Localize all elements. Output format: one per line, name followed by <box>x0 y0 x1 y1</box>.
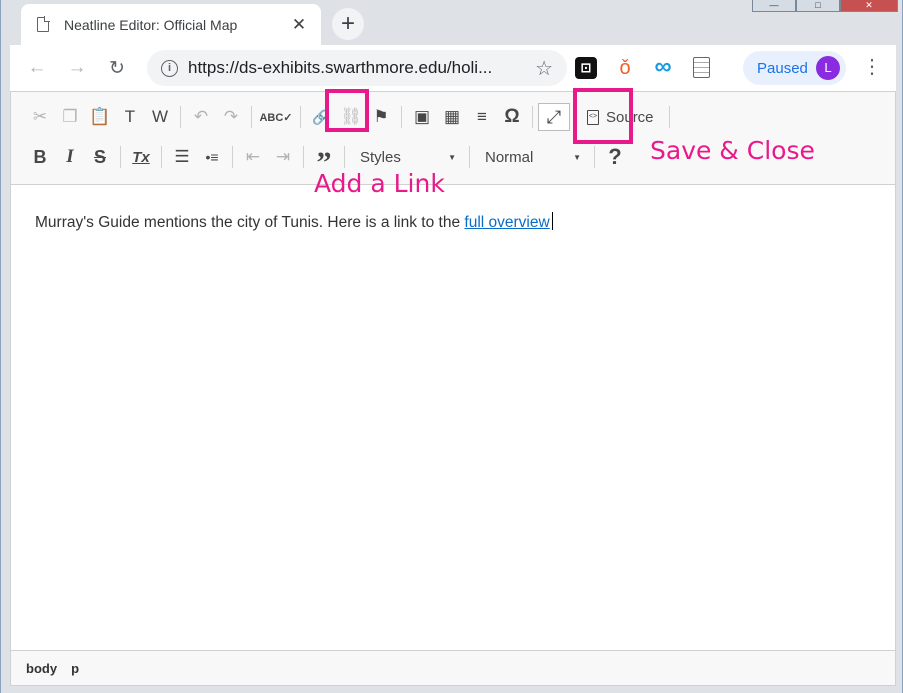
toolbar-separator <box>344 146 345 168</box>
maximize-icon[interactable]: ⤢ <box>538 103 570 131</box>
full-overview-link[interactable]: full overview <box>464 214 549 231</box>
rich-text-editor: ✂ ❐ 📋 T W ↶ ↷ ABC✓ 🔗 ⛓ ⚑ ▣ ▦ ≡ Ω ⤢ <> So… <box>10 91 896 686</box>
bookmark-star-icon[interactable]: ☆ <box>535 56 553 81</box>
toolbar-separator <box>161 146 162 168</box>
undo-icon[interactable]: ↶ <box>186 104 216 130</box>
help-icon[interactable]: ? <box>600 144 630 170</box>
reload-button[interactable]: ↻ <box>102 57 132 80</box>
format-label: Normal <box>485 148 534 166</box>
strikethrough-button[interactable]: S <box>85 144 115 170</box>
text-cursor <box>551 212 553 230</box>
outdent-icon[interactable]: ⇤ <box>238 144 268 170</box>
save-close-highlight-box <box>573 88 633 144</box>
indent-icon[interactable]: ⇥ <box>268 144 298 170</box>
navigation-bar: ← → ↻ i https://ds-exhibits.swarthmore.e… <box>10 45 896 91</box>
extension-infinity-icon[interactable]: ∞ <box>652 55 674 79</box>
extension-open-access-icon[interactable]: ǒ <box>614 57 636 79</box>
bulleted-list-icon[interactable]: •≡ <box>197 144 227 170</box>
add-link-annotation: Add a Link <box>314 169 445 198</box>
path-body[interactable]: body <box>26 661 57 676</box>
toolbar-separator <box>532 106 533 128</box>
special-character-icon[interactable]: Ω <box>497 104 527 130</box>
paste-word-icon[interactable]: W <box>145 104 175 130</box>
link-highlight-box <box>325 89 369 132</box>
spellcheck-icon[interactable]: ABC✓ <box>257 104 295 130</box>
extension-lock-icon[interactable]: ⊡ <box>575 57 597 79</box>
styles-label: Styles <box>360 148 401 166</box>
toolbar-separator <box>120 146 121 168</box>
address-bar[interactable]: i https://ds-exhibits.swarthmore.edu/hol… <box>147 50 567 86</box>
forward-button[interactable]: → <box>62 57 92 79</box>
page-icon <box>37 16 50 32</box>
new-tab-button[interactable]: + <box>332 8 364 40</box>
paste-icon[interactable]: 📋 <box>85 104 115 130</box>
path-p[interactable]: p <box>71 661 79 676</box>
back-button[interactable]: ← <box>22 57 52 79</box>
toolbar-separator <box>180 106 181 128</box>
redo-icon[interactable]: ↷ <box>216 104 246 130</box>
table-icon[interactable]: ▦ <box>437 104 467 130</box>
anchor-flag-icon[interactable]: ⚑ <box>366 104 396 130</box>
editor-content[interactable]: Murray's Guide mentions the city of Tuni… <box>35 212 553 232</box>
toolbar-separator <box>594 146 595 168</box>
toolbar-separator <box>251 106 252 128</box>
profile-button[interactable]: Paused L <box>743 51 846 85</box>
url-text[interactable]: https://ds-exhibits.swarthmore.edu/holi.… <box>188 58 529 78</box>
tab-title: Neatline Editor: Official Map <box>64 16 238 33</box>
toolbar-separator <box>232 146 233 168</box>
profile-status: Paused <box>757 59 808 77</box>
bold-button[interactable]: B <box>25 144 55 170</box>
toolbar-separator <box>303 146 304 168</box>
toolbar-separator <box>469 146 470 168</box>
format-dropdown[interactable]: Normal ▼ <box>475 144 589 170</box>
paste-text-icon[interactable]: T <box>115 104 145 130</box>
browser-window: — □ ✕ Neatline Editor: Official Map ✕ + … <box>0 0 903 693</box>
browser-tab[interactable]: Neatline Editor: Official Map ✕ <box>21 4 321 45</box>
avatar: L <box>816 56 840 80</box>
close-tab-icon[interactable]: ✕ <box>291 15 307 35</box>
toolbar-separator <box>300 106 301 128</box>
horizontal-line-icon[interactable]: ≡ <box>467 104 497 130</box>
italic-button[interactable]: I <box>55 144 85 170</box>
extension-document-icon[interactable] <box>693 57 710 78</box>
blockquote-icon[interactable]: ” <box>309 144 339 178</box>
browser-menu-icon[interactable]: ⋮ <box>862 56 882 78</box>
chevron-down-icon: ▼ <box>448 152 456 162</box>
toolbar-separator <box>668 106 670 128</box>
image-icon[interactable]: ▣ <box>407 104 437 130</box>
styles-dropdown[interactable]: Styles ▼ <box>350 144 464 170</box>
toolbar-row-2: B I S Tx ☰ •≡ ⇤ ⇥ ” Styles ▼ Normal ▼ ? <box>25 142 630 178</box>
cut-icon[interactable]: ✂ <box>25 104 55 130</box>
numbered-list-icon[interactable]: ☰ <box>167 144 197 170</box>
tab-strip: Neatline Editor: Official Map ✕ + <box>1 0 902 45</box>
remove-format-icon[interactable]: Tx <box>126 144 156 170</box>
paragraph-text: Murray's Guide mentions the city of Tuni… <box>35 214 465 231</box>
copy-icon[interactable]: ❐ <box>55 104 85 130</box>
info-icon[interactable]: i <box>161 59 178 77</box>
save-close-annotation: Save & Close <box>650 136 815 165</box>
toolbar-separator <box>401 106 402 128</box>
chevron-down-icon: ▼ <box>573 152 581 162</box>
element-path-bar: body p <box>11 650 895 685</box>
